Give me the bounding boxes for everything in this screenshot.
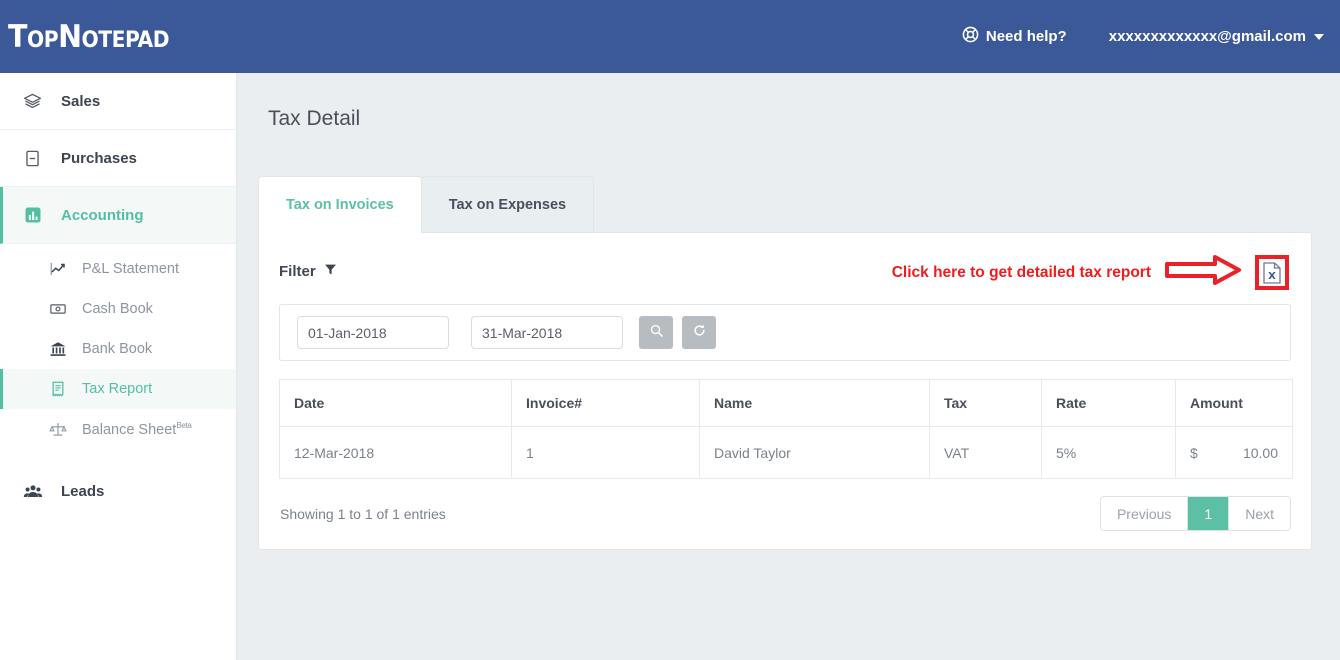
sidebar-label-accounting: Accounting (61, 206, 144, 224)
col-date: Date (279, 379, 512, 427)
scales-icon (47, 419, 68, 440)
tab-bar: Tax on Invoices Tax on Expenses (258, 176, 1340, 233)
col-name: Name (699, 379, 930, 427)
tab-label-expenses: Tax on Expenses (448, 197, 567, 213)
main-content: Tax Detail Tax on Invoices Tax on Expens… (237, 73, 1340, 660)
bar-chart-icon (22, 205, 43, 226)
sidebar-item-bank-book[interactable]: Bank Book (0, 329, 236, 369)
cell-rate: 5% (1041, 426, 1176, 479)
account-menu[interactable]: xxxxxxxxxxxxx@gmail.com (1109, 28, 1324, 45)
table-footer: Showing 1 to 1 of 1 entries Previous 1 N… (259, 479, 1311, 531)
top-header-bar: TopNotepad Need help? xxxxxxxxxxxxx@gmai… (0, 0, 1340, 73)
sidebar-subnav-accounting: P&L Statement Cash Book Bank Book Tax Re… (0, 244, 236, 455)
table-row: 12-Mar-2018 1 David Taylor VAT 5% $ 10.0… (279, 426, 1293, 479)
life-ring-icon (962, 26, 979, 47)
excel-export-button[interactable]: X (1255, 255, 1289, 290)
col-amount: Amount (1175, 379, 1293, 427)
funnel-icon (324, 263, 337, 280)
line-chart-icon (47, 259, 68, 280)
tab-tax-on-invoices[interactable]: Tax on Invoices (258, 176, 422, 233)
pagination-next[interactable]: Next (1229, 497, 1290, 530)
balance-sheet-text: Balance Sheet (82, 421, 177, 438)
cell-invoice[interactable]: 1 (511, 426, 700, 479)
search-icon (649, 323, 664, 343)
sidebar-item-accounting[interactable]: Accounting (0, 187, 236, 244)
cell-date: 12-Mar-2018 (279, 426, 512, 479)
sidebar-item-cash-book[interactable]: Cash Book (0, 289, 236, 329)
filter-button-row (639, 316, 716, 349)
sidebar-label-cash-book: Cash Book (82, 301, 153, 317)
refresh-icon (692, 323, 707, 343)
cell-tax: VAT (929, 426, 1042, 479)
need-help-label: Need help? (985, 28, 1067, 45)
right-arrow-icon (1165, 255, 1241, 290)
amount-value: 10.00 (1242, 444, 1278, 461)
col-tax: Tax (929, 379, 1042, 427)
excel-export-icon: X (1263, 261, 1281, 284)
currency-symbol: $ (1190, 444, 1198, 461)
account-email-label: xxxxxxxxxxxxx@gmail.com (1108, 28, 1306, 45)
entries-summary: Showing 1 to 1 of 1 entries (280, 505, 446, 522)
sidebar-item-pl-statement[interactable]: P&L Statement (0, 249, 236, 289)
sidebar-label-balance-sheet: Balance SheetBeta (82, 421, 192, 438)
pagination-page-1[interactable]: 1 (1187, 497, 1230, 530)
col-invoice: Invoice# (511, 379, 700, 427)
search-button[interactable] (639, 316, 673, 349)
sidebar-label-sales: Sales (61, 92, 101, 110)
header-right-group: Need help? xxxxxxxxxxxxx@gmail.com (962, 26, 1324, 47)
annotation-text: Click here to get detailed tax report (891, 263, 1151, 281)
sidebar-item-balance-sheet[interactable]: Balance SheetBeta (0, 409, 236, 449)
tab-tax-on-expenses[interactable]: Tax on Expenses (420, 176, 595, 233)
sidebar-label-leads: Leads (61, 483, 105, 500)
table-header-row: Date Invoice# Name Tax Rate Amount (279, 379, 1293, 427)
page-title: Tax Detail (268, 107, 361, 130)
svg-text:X: X (1268, 271, 1276, 282)
cell-amount: $ 10.00 (1176, 427, 1293, 479)
table-head: Date Invoice# Name Tax Rate Amount (279, 379, 1293, 427)
filter-label-group: Filter (279, 263, 337, 280)
tab-label-invoices: Tax on Invoices (286, 197, 394, 213)
cash-icon (47, 299, 68, 320)
cell-name: David Taylor (699, 426, 930, 479)
filter-panel (279, 304, 1291, 361)
sidebar-label-tax-report: Tax Report (82, 381, 153, 397)
chevron-down-icon (1314, 33, 1324, 40)
sidebar-label-pl-statement: P&L Statement (82, 261, 179, 277)
tax-detail-table: Date Invoice# Name Tax Rate Amount 12-Ma… (279, 379, 1293, 479)
sidebar-item-purchases[interactable]: Purchases (0, 130, 236, 187)
layers-icon (22, 91, 43, 112)
from-date-input[interactable] (297, 316, 449, 349)
sidebar-label-purchases: Purchases (61, 149, 137, 167)
to-date-input[interactable] (471, 316, 623, 349)
refresh-button[interactable] (682, 316, 716, 349)
sidebar-item-tax-report[interactable]: Tax Report (0, 369, 236, 409)
sidebar-item-leads[interactable]: Leads (0, 463, 236, 520)
table-body: 12-Mar-2018 1 David Taylor VAT 5% $ 10.0… (279, 426, 1293, 479)
pagination-previous[interactable]: Previous (1100, 497, 1188, 530)
annotation-group: Click here to get detailed tax report X (892, 255, 1289, 290)
users-icon (22, 481, 43, 502)
pagination: Previous 1 Next (1099, 496, 1291, 531)
sidebar-item-sales[interactable]: Sales (0, 73, 236, 130)
col-rate: Rate (1041, 379, 1176, 427)
invoice-link[interactable]: 1 (526, 445, 534, 461)
filter-label: Filter (279, 263, 316, 280)
need-help-button[interactable]: Need help? (962, 26, 1067, 47)
clipboard-icon (22, 148, 43, 169)
bank-icon (47, 339, 68, 360)
tax-detail-card: Filter Click here to get detailed tax re… (258, 232, 1312, 550)
receipt-icon (47, 379, 68, 400)
sidebar-label-bank-book: Bank Book (82, 341, 153, 357)
sidebar-nav: Sales Purchases Accounting P&L Statement… (0, 73, 237, 660)
card-header: Filter Click here to get detailed tax re… (259, 233, 1311, 290)
app-logo[interactable]: TopNotepad (8, 19, 170, 55)
beta-badge: Beta (176, 420, 192, 430)
